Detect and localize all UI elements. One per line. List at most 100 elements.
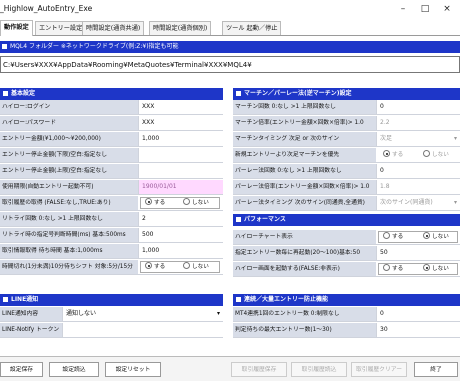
radio-icon — [383, 264, 390, 271]
section-marker-icon — [2, 44, 7, 49]
restart-count-input[interactable]: 50 — [376, 246, 460, 260]
radio-label: しない — [432, 266, 449, 272]
setting-row: エントリー停止金額(上限)空白:指定なし — [0, 164, 223, 179]
chart-display-radio-off[interactable]: しない — [423, 232, 449, 242]
chart-display-label: ハイローチャート表示 — [233, 230, 376, 244]
chart-display-radio-on[interactable]: する — [383, 232, 403, 242]
line-content-select[interactable]: 通知しない — [62, 307, 223, 321]
line-token-input[interactable] — [62, 323, 223, 337]
line-notify-panel: LINE通知内容 通知しない LINE-Notify トークン — [0, 307, 223, 339]
setting-row: パーレー法タイミング 次のサイン(同通貨,全通貨) 次のサイン(同通貨) — [233, 196, 460, 211]
radio-selected-icon — [423, 264, 430, 271]
mql4-folder-label: MQL4 フォルダー ※ネットワークドライブ(例:Z:¥)指定も可能 — [10, 43, 179, 50]
martingale-count-label: マーチン回数 0:なし >1 上限回数なし — [233, 100, 376, 114]
timeout-shift-radio-off[interactable]: しない — [183, 262, 209, 272]
tab-operation-settings[interactable]: 動作設定 — [0, 20, 33, 36]
setting-row: MT4連携1回のエントリー数 0:制限なし 0 — [233, 307, 460, 322]
clear-history-button[interactable]: 取引履歴クリアー — [351, 362, 407, 377]
setting-row: エントリー金額(¥1,000〜¥200,000) 1,000 — [0, 132, 223, 147]
exit-button[interactable]: 終了 — [414, 362, 458, 377]
tab-time-individual[interactable]: 時間設定(通貨個別) — [149, 21, 212, 35]
paroli-timing-select[interactable]: 次のサイン(同通貨) — [376, 196, 460, 210]
password-input[interactable]: XXX — [138, 116, 223, 130]
setting-row: 取引履歴の取得 (FALSE:なし,TRUE:あり) する しない — [0, 196, 223, 211]
restart-count-label: 指定エントリー数毎に再起動(20〜100)基本:50 — [233, 246, 376, 260]
line-token-label: LINE-Notify トークン — [0, 323, 62, 337]
load-settings-button[interactable]: 設定読込 — [49, 362, 99, 377]
paroli-count-input[interactable]: 0 — [376, 164, 460, 178]
radio-label: しない — [192, 200, 209, 206]
paroli-timing-label: パーレー法タイミング 次のサイン(同通貨,全通貨) — [233, 196, 376, 210]
load-history-button[interactable]: 取引履歴読込 — [291, 362, 347, 377]
stop-amount-upper-input[interactable] — [138, 164, 223, 178]
retry-time-input[interactable]: 500 — [138, 228, 223, 242]
show-screen-label: ハイロー画面を起動する(FALSE:非表示) — [233, 262, 376, 276]
max-pending-input[interactable]: 30 — [376, 323, 460, 337]
tab-entry-settings[interactable]: エントリー設定 — [35, 21, 87, 35]
consecutive-entry-header: 連続／大量エントリー防止機能 — [233, 294, 460, 306]
save-history-button[interactable]: 取引履歴保存 — [231, 362, 287, 377]
reset-settings-button[interactable]: 設定リセット — [105, 362, 161, 377]
save-settings-button[interactable]: 設定保存 — [0, 362, 43, 377]
retry-count-label: リトライ回数 0:なし >1 上限回数なし — [0, 212, 138, 226]
setting-row: ハイロー:ログイン XXX — [0, 100, 223, 115]
section-marker-icon — [3, 297, 8, 302]
retry-count-input[interactable]: 2 — [138, 212, 223, 226]
timeout-shift-radio-on[interactable]: する — [145, 262, 165, 272]
password-label: ハイロー:パスワード — [0, 116, 138, 130]
stop-amount-lower-input[interactable] — [138, 148, 223, 162]
radio-icon — [383, 232, 390, 239]
wait-time-label: 取引情報取得 待ち時間 基本:1,000ms — [0, 244, 138, 258]
entries-per-link-input[interactable]: 0 — [376, 307, 460, 321]
paroli-ratio-input[interactable]: 1.8 — [376, 180, 460, 194]
martingale-priority-label: 新規エントリーより次足マーチンを優先 — [233, 148, 376, 162]
trade-history-radio-off[interactable]: しない — [183, 198, 209, 208]
wait-time-input[interactable]: 1,000 — [138, 244, 223, 258]
show-screen-radio-off[interactable]: しない — [423, 264, 449, 274]
martingale-title: マーチン／パーレー法(逆マーチン)設定 — [244, 90, 352, 97]
setting-row: マーチン回数 0:なし >1 上限回数なし 0 — [233, 100, 460, 115]
basic-settings-panel: ハイロー:ログイン XXX ハイロー:パスワード XXX エントリー金額(¥1,… — [0, 100, 223, 275]
close-button[interactable]: × — [440, 3, 454, 15]
martingale-ratio-input[interactable]: 2.2 — [376, 116, 460, 130]
entries-per-link-label: MT4連携1回のエントリー数 0:制限なし — [233, 307, 376, 321]
martingale-priority-radio-off[interactable]: しない — [423, 150, 449, 160]
radio-label: する — [154, 200, 166, 206]
show-screen-radio-on[interactable]: する — [383, 264, 403, 274]
radio-selected-icon — [383, 150, 390, 157]
stop-amount-upper-label: エントリー停止金額(上限)空白:指定なし — [0, 164, 138, 178]
bottom-button-bar: 設定保存 設定読込 設定リセット 取引履歴保存 取引履歴読込 取引履歴クリアー … — [0, 356, 460, 381]
radio-label: しない — [432, 234, 449, 240]
martingale-timing-select[interactable]: 次足 — [376, 132, 460, 146]
tab-time-common[interactable]: 時間設定(通貨共通) — [82, 21, 145, 35]
basic-settings-title: 基本設定 — [11, 90, 36, 97]
mql4-folder-header: MQL4 フォルダー ※ネットワークドライブ(例:Z:¥)指定も可能 — [0, 41, 460, 53]
setting-row: ハイローチャート表示 する しない — [233, 230, 460, 245]
setting-row: 新規エントリーより次足マーチンを優先 する しない — [233, 148, 460, 163]
stop-amount-lower-label: エントリー停止金額(下限)空白:指定なし — [0, 148, 138, 162]
setting-row: ハイロー:パスワード XXX — [0, 116, 223, 131]
performance-title: パフォーマンス — [244, 216, 286, 223]
max-pending-label: 判定待ちの最大エントリー数(1〜30) — [233, 323, 376, 337]
setting-row: パーレー法倍率(エントリー金額×回数×倍率)> 1.0 1.8 — [233, 180, 460, 195]
entry-amount-input[interactable]: 1,000 — [138, 132, 223, 146]
line-notify-title: LINE通知 — [11, 296, 39, 303]
radio-selected-icon — [423, 232, 430, 239]
trade-history-radio-on[interactable]: する — [145, 198, 165, 208]
basic-settings-header: 基本設定 — [0, 88, 223, 100]
minimize-button[interactable]: – — [396, 3, 410, 15]
maximize-button[interactable]: □ — [418, 3, 432, 15]
section-marker-icon — [236, 217, 241, 222]
login-input[interactable]: XXX — [138, 100, 223, 114]
tab-tool-start-stop[interactable]: ツール 起動／停止 — [222, 21, 282, 35]
martingale-priority-radio-on[interactable]: する — [383, 150, 403, 160]
setting-row: 取引情報取得 待ち時間 基本:1,000ms 1,000 — [0, 244, 223, 259]
retry-time-label: リトライ時の指定号判断時間(ms) 基本:500ms — [0, 228, 138, 242]
section-marker-icon — [236, 91, 241, 96]
martingale-count-input[interactable]: 0 — [376, 100, 460, 114]
setting-row: エントリー停止金額(下限)空白:指定なし — [0, 148, 223, 163]
mql4-path-input[interactable]: C:¥Users¥XXX¥AppData¥Rooming¥MetaQuotes¥… — [0, 56, 460, 73]
timeout-shift-label: 時間切れ(1分未満)10分待ちシフト 対象:5分/15分 — [0, 260, 138, 274]
setting-row: 時間切れ(1分未満)10分待ちシフト 対象:5分/15分 する しない — [0, 260, 223, 275]
radio-icon — [423, 150, 430, 157]
